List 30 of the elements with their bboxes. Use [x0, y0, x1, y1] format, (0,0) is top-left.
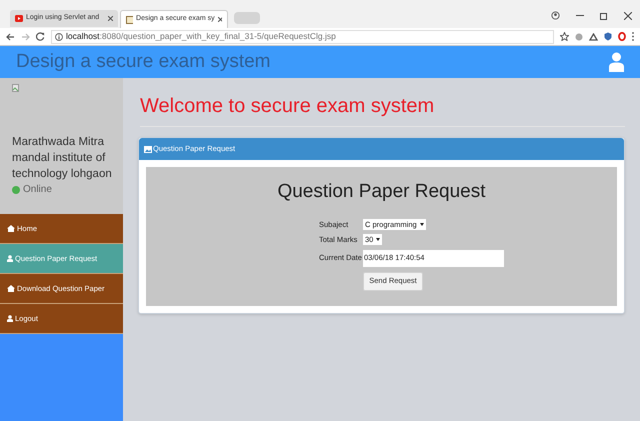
site-title: Design a secure exam system	[16, 50, 272, 74]
url-text: localhost:8080/question_paper_with_key_final_31-5/queRequestClg.jsp	[66, 32, 336, 41]
close-icon[interactable]	[624, 12, 632, 20]
video-icon	[15, 15, 23, 22]
image-icon	[144, 146, 152, 152]
account-icon[interactable]	[551, 11, 560, 20]
info-icon	[55, 32, 63, 40]
user-icon	[7, 255, 13, 262]
status-label: Online	[23, 183, 52, 197]
user-icon[interactable]	[609, 52, 624, 72]
minimize-icon[interactable]	[576, 14, 584, 16]
star-icon[interactable]	[560, 32, 569, 41]
page-icon	[126, 16, 134, 24]
broken-image-icon	[12, 84, 19, 92]
caret-icon	[376, 238, 380, 242]
caret-icon	[420, 223, 424, 226]
reload-icon[interactable]	[36, 32, 45, 41]
close-icon[interactable]	[218, 17, 222, 22]
user-icon	[7, 315, 13, 322]
institute-name: Marathwada Mitra mandal institute of technology lohgaon	[12, 135, 113, 182]
shield-icon[interactable]	[604, 32, 612, 41]
home-icon	[7, 225, 15, 232]
restore-icon[interactable]	[600, 12, 608, 20]
close-icon[interactable]	[108, 16, 113, 21]
back-icon[interactable]	[6, 32, 15, 40]
form-title: Question Paper Request	[277, 181, 486, 203]
address-bar[interactable]: localhost:8080/question_paper_with_key_final_31-5/queRequestClg.jsp	[51, 30, 554, 44]
home-icon	[7, 285, 15, 292]
welcome-heading: Welcome to secure exam system	[140, 95, 434, 117]
triangle-icon[interactable]	[589, 32, 598, 40]
